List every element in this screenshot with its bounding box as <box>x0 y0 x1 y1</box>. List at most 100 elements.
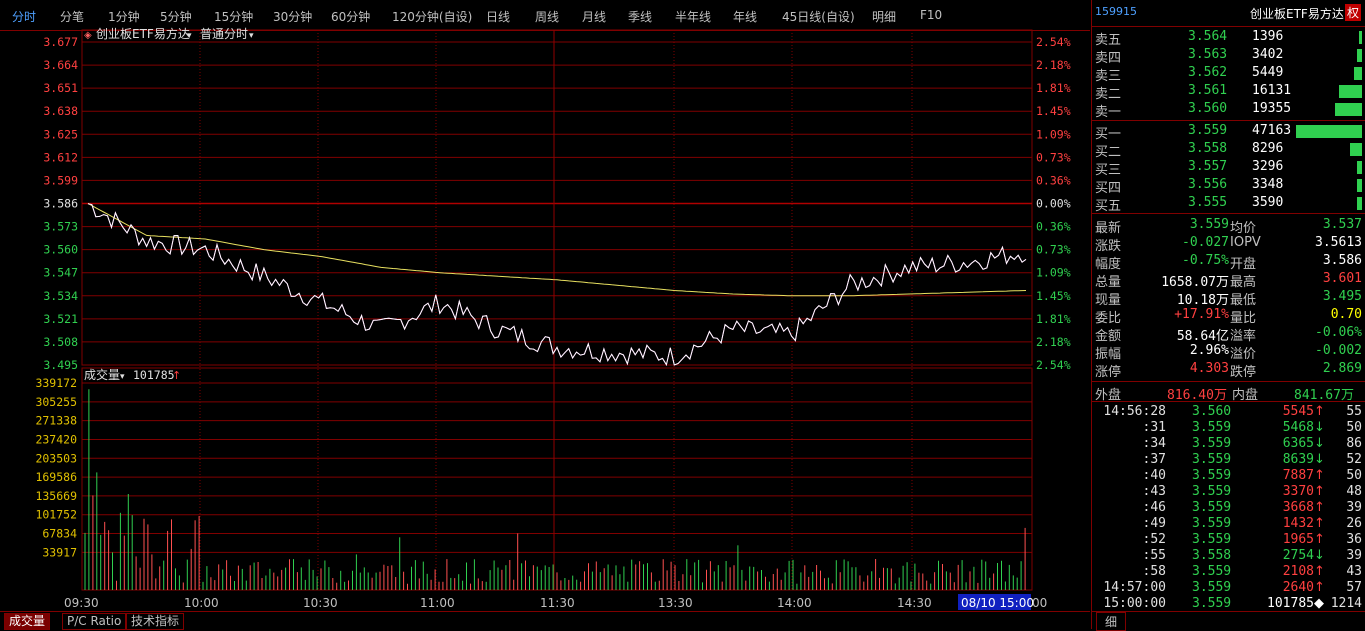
diamond-icon: ◈ <box>84 30 92 41</box>
trade-count: 55 <box>1346 404 1362 419</box>
trade-price: 3.559 <box>1192 436 1232 451</box>
instrument-menu[interactable]: 创业板ETF易方达 <box>96 26 190 41</box>
intraday-chart: 3.677 3.664 3.651 3.638 3.625 3.612 3.599 3.586… <box>35 26 1071 610</box>
quote-value: -0.75% <box>1182 253 1229 268</box>
volume-tick: 237420 <box>35 432 77 446</box>
price-line-shadow <box>87 203 1027 366</box>
volume-label[interactable]: 成交量 <box>84 367 120 382</box>
percent-tick: 2.18% <box>1036 58 1071 72</box>
chevron-down-icon: ▾ <box>120 372 125 382</box>
detail-tab[interactable]: 细 <box>1096 612 1127 631</box>
trade-time: :31 <box>1142 420 1166 435</box>
ask-price: 3.564 <box>1188 29 1228 44</box>
trade-volume: 101785 <box>1267 596 1314 611</box>
trade-time: :49 <box>1142 516 1166 531</box>
ask-volume: 5449 <box>1252 65 1284 80</box>
indicator-tabs: 成交量 P/C Ratio 技术指标 <box>0 611 1090 630</box>
price-tick: 3.508 <box>43 335 78 349</box>
trade-direction-icon: ↓ <box>1314 452 1325 467</box>
percent-tick: 1.81% <box>1036 312 1071 326</box>
price-tick: 3.560 <box>43 243 78 257</box>
up-arrow-icon: ↑ <box>172 369 181 382</box>
trade-direction-icon: ↑ <box>1314 532 1325 547</box>
quote-value: -0.002 <box>1315 343 1362 358</box>
indicator-tab-2[interactable]: 技术指标 <box>126 613 185 630</box>
bid-row: 买一 3.559 47163 <box>1092 122 1365 142</box>
time-tick: 13:30 <box>658 596 693 610</box>
volume-frame <box>81 367 1033 591</box>
trade-volume: 5468 <box>1282 420 1314 435</box>
quote-value: 3.586 <box>1322 253 1362 268</box>
quote-value: 2.869 <box>1322 361 1362 376</box>
indicator-tab-0[interactable]: 成交量 <box>4 613 51 630</box>
ask-volume-bar <box>1339 85 1362 98</box>
volume-tick: 67834 <box>42 527 77 541</box>
ask-price: 3.561 <box>1188 83 1228 98</box>
ask-row: 卖五 3.564 1396 <box>1092 28 1365 48</box>
percent-tick: 1.45% <box>1036 289 1071 303</box>
price-line <box>87 203 1027 366</box>
bid-volume: 3590 <box>1252 195 1284 210</box>
trade-price: 3.558 <box>1192 548 1232 563</box>
trade-count: 39 <box>1346 548 1362 563</box>
volume-tick: 33917 <box>42 545 77 559</box>
trade-direction-icon: ↑ <box>1314 580 1325 595</box>
price-axis: 3.677 3.664 3.651 3.638 3.625 3.612 3.599 3.586… <box>43 35 78 372</box>
trade-time: 14:57:00 <box>1103 580 1166 595</box>
bid-row: 买二 3.558 8296 <box>1092 140 1365 160</box>
chart-grid <box>81 29 1033 591</box>
trade-direction-icon: ↑ <box>1314 404 1325 419</box>
quote-value: 0.70 <box>1330 307 1362 322</box>
volume-tick: 169586 <box>35 470 77 484</box>
trade-time: :40 <box>1142 468 1166 483</box>
bid-volume: 3348 <box>1252 177 1284 192</box>
quote-row: 现量 10.18万 最低 3.495 <box>1092 288 1365 308</box>
quote-row: 涨跌 -0.027 IOPV 3.5613 <box>1092 234 1365 254</box>
ask-volume-bar <box>1357 49 1362 62</box>
percent-tick: 2.18% <box>1036 335 1071 349</box>
trade-direction-icon: ↑ <box>1314 484 1325 499</box>
percent-tick: 1.45% <box>1036 104 1071 118</box>
trade-price: 3.559 <box>1192 516 1232 531</box>
trade-direction-icon: ↑ <box>1314 516 1325 531</box>
trade-time: 15:00:00 <box>1103 596 1166 611</box>
trade-volume: 2108 <box>1282 564 1314 579</box>
price-tick: 3.664 <box>43 58 78 72</box>
quote-value: -0.027 <box>1182 235 1229 250</box>
quote-value: -0.06% <box>1315 325 1362 340</box>
ask-price: 3.560 <box>1188 101 1228 116</box>
quote-label: IOPV <box>1230 235 1261 250</box>
quote-value: 3.5613 <box>1315 235 1362 250</box>
trade-count: 52 <box>1346 452 1362 467</box>
detail-tab-row: 细 <box>1092 612 1365 631</box>
quote-value: 3.495 <box>1322 289 1362 304</box>
percent-tick: 2.54% <box>1036 35 1071 49</box>
price-tick: 3.534 <box>43 289 78 303</box>
trade-volume: 1965 <box>1282 532 1314 547</box>
mode-menu[interactable]: 普通分时 <box>200 27 248 41</box>
bid-price: 3.555 <box>1188 195 1228 210</box>
trade-volume: 6365 <box>1282 436 1314 451</box>
time-tick: 10:30 <box>303 596 338 610</box>
quote-row: 金额 58.64亿 溢率 -0.06% <box>1092 324 1365 344</box>
ask-volume: 3402 <box>1252 47 1284 62</box>
time-tick: 14:00 <box>777 596 812 610</box>
trade-count: 57 <box>1346 580 1362 595</box>
percent-tick: 0.36% <box>1036 220 1071 234</box>
trade-price: 3.559 <box>1192 452 1232 467</box>
percent-tick: 0.00% <box>1036 197 1071 211</box>
percent-tick: 0.73% <box>1036 150 1071 164</box>
rights-badge[interactable]: 权 <box>1345 4 1362 21</box>
trade-volume: 1432 <box>1282 516 1314 531</box>
ask-volume-bar <box>1359 31 1362 44</box>
price-tick: 3.547 <box>43 266 78 280</box>
trade-price: 3.559 <box>1192 468 1232 483</box>
price-tick: 3.521 <box>43 312 78 326</box>
ask-label: 卖一 <box>1095 105 1122 120</box>
quote-row: 委比 +17.91% 量比 0.70 <box>1092 306 1365 326</box>
trade-volume: 2640 <box>1282 580 1314 595</box>
ask-row: 卖二 3.561 16131 <box>1092 82 1365 102</box>
price-tick: 3.651 <box>43 81 78 95</box>
price-tick: 3.573 <box>43 220 78 234</box>
indicator-tab-1[interactable]: P/C Ratio <box>62 613 127 630</box>
